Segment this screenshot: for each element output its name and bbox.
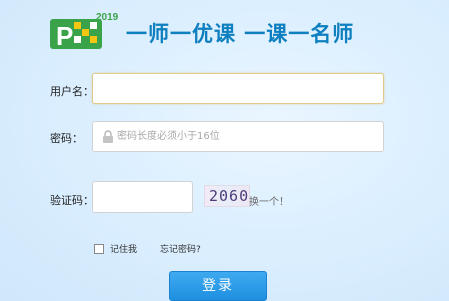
captcha-label: 验证码： [50,194,94,207]
captcha-refresh-link[interactable]: 换一个！ [249,193,289,208]
username-input[interactable] [93,74,383,103]
remember-checkbox[interactable] [94,243,104,254]
username-field-wrap [92,73,384,104]
captcha-code: 2060 [209,187,250,205]
remember-label: 记住我 [110,245,138,255]
login-button[interactable]: 登录 [169,271,267,301]
logo-letter: P [56,21,73,50]
captcha-input[interactable] [93,182,192,212]
captcha-field-wrap [92,181,193,213]
logo-year: 2019 [96,12,119,23]
username-label: 用户名： [50,85,94,98]
remember-me[interactable]: 记住我 [94,242,137,255]
password-field-wrap [92,121,384,152]
captcha-image[interactable]: 2060 [204,185,250,207]
password-label: 密码： [50,132,83,145]
password-input[interactable] [93,122,383,151]
slogan: 一师一优课 一课一名师 [126,22,355,46]
lock-icon [103,130,113,143]
forgot-password-link[interactable]: 忘记密码? [160,242,201,255]
